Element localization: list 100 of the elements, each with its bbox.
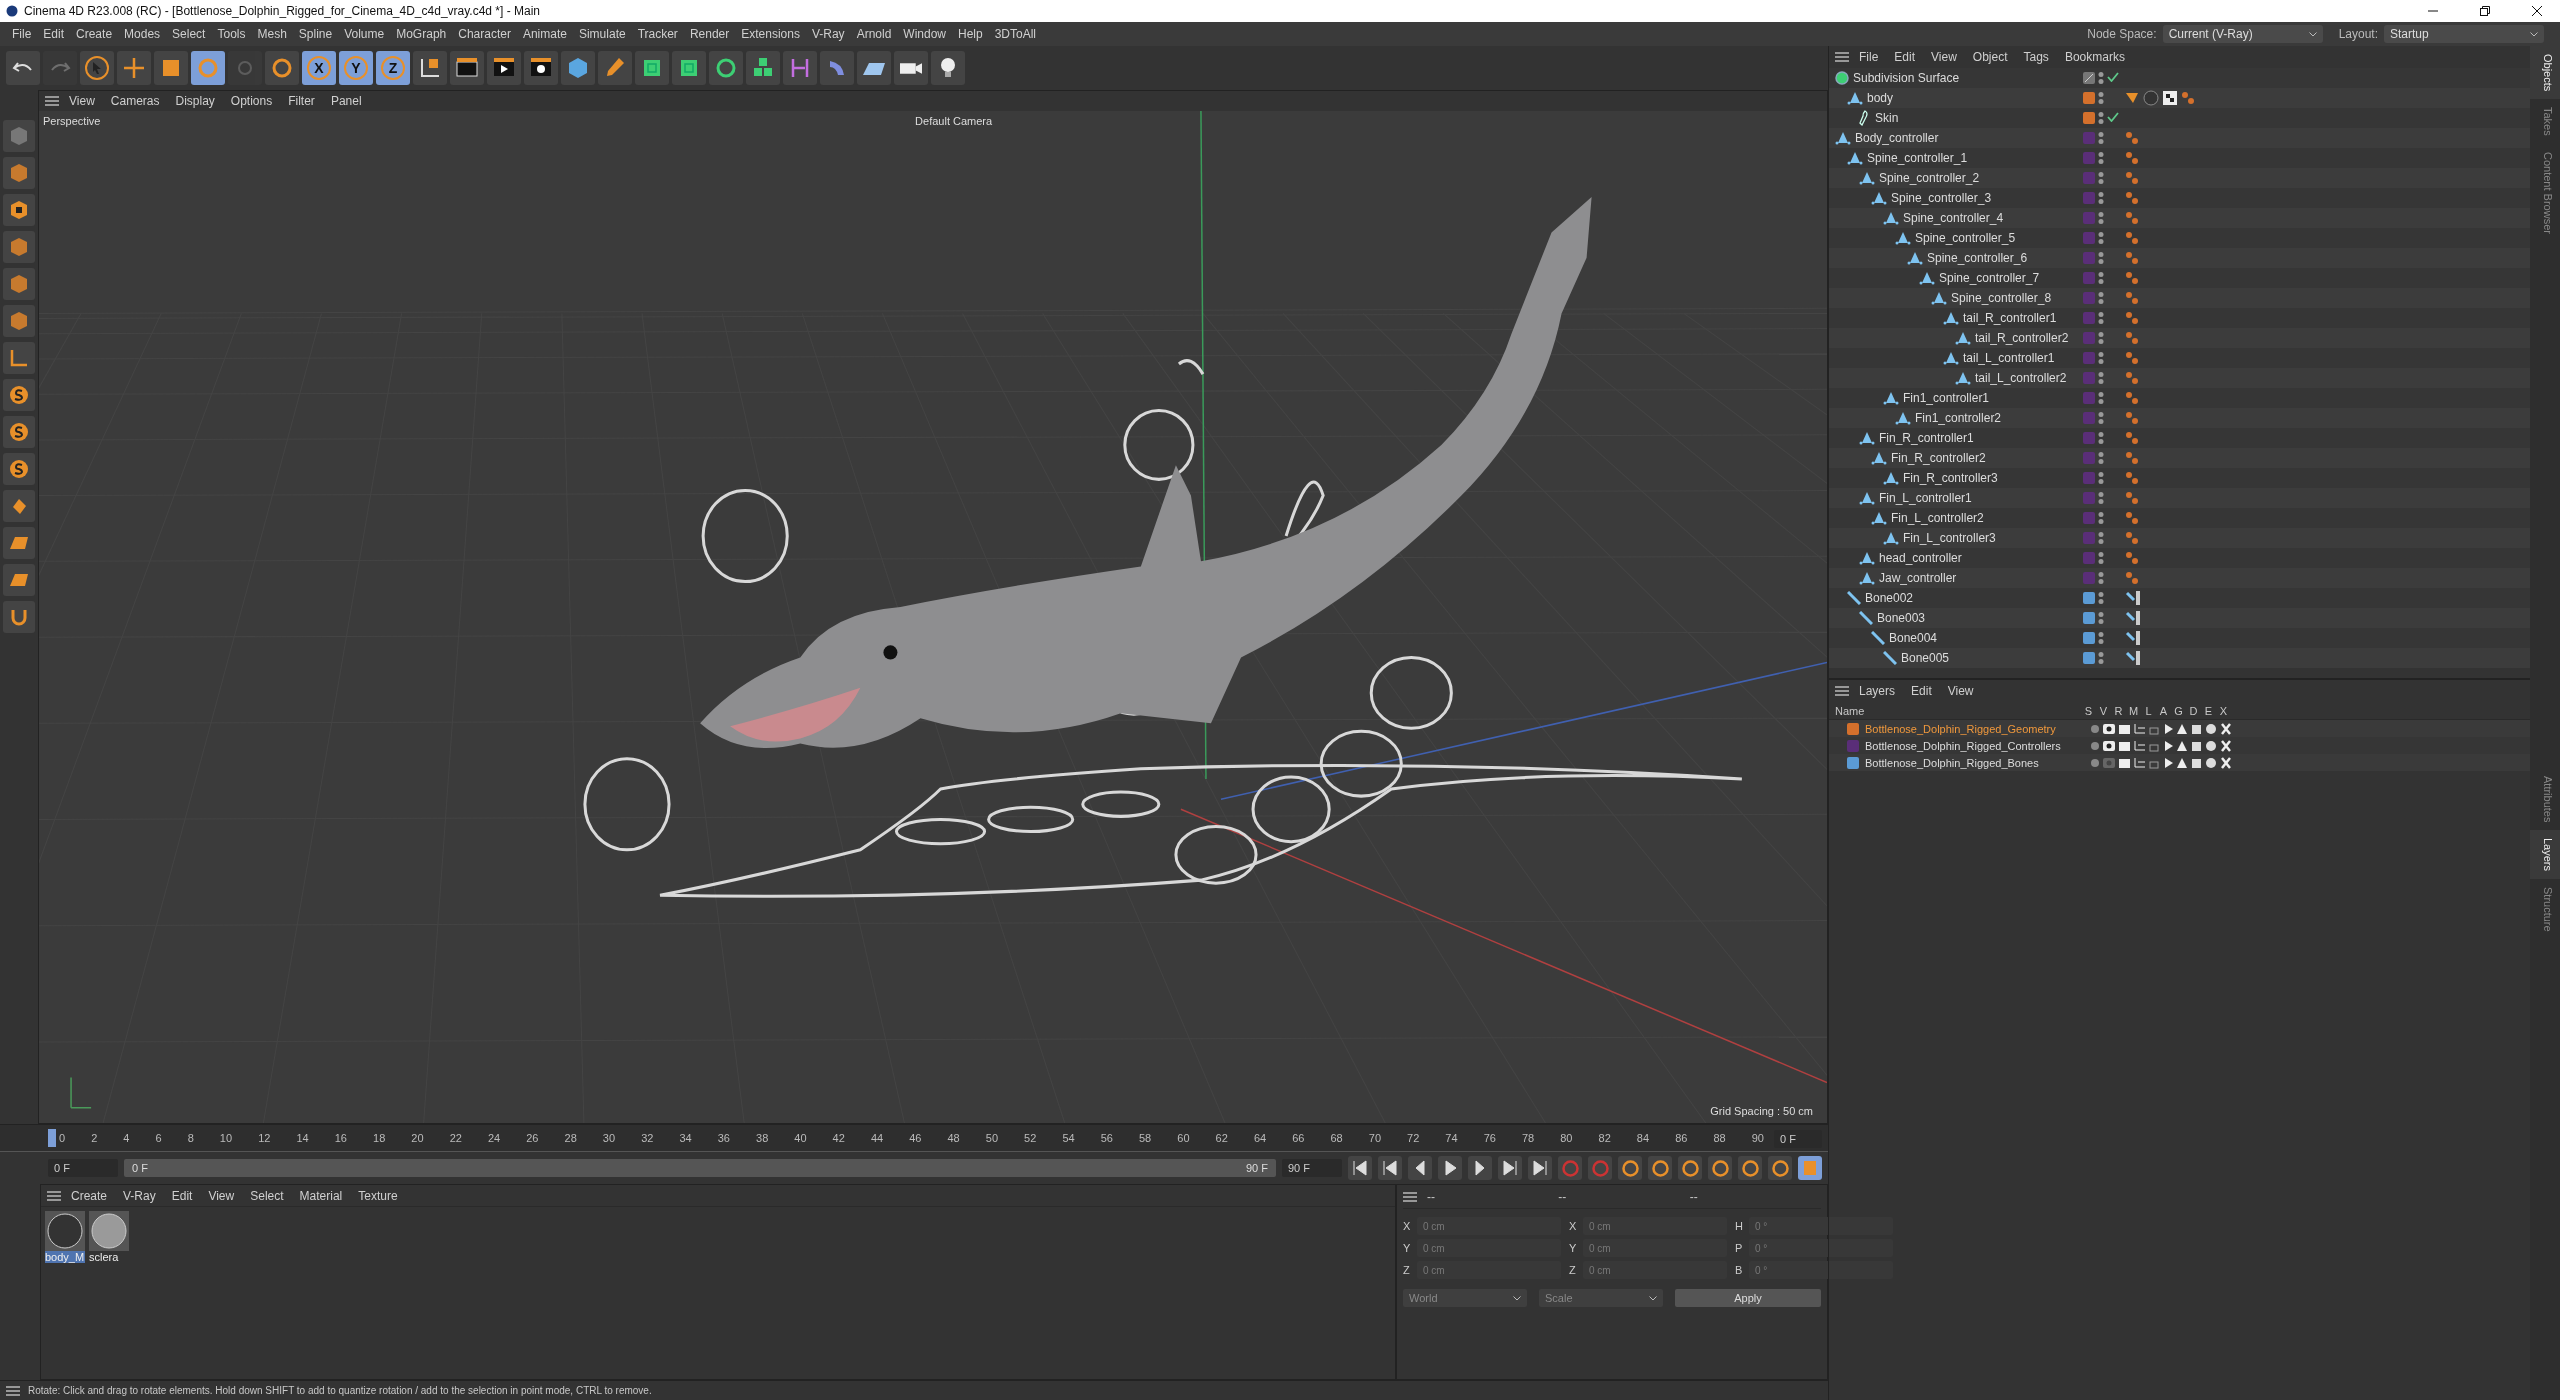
object-name[interactable]: Spine_controller_7: [1939, 271, 2040, 285]
select-tool-button[interactable]: [80, 51, 114, 85]
start-frame-field[interactable]: 0 F: [48, 1159, 118, 1177]
side-tool-button[interactable]: [3, 194, 35, 226]
visibility-dots-icon[interactable]: [2098, 591, 2104, 605]
visibility-dots-icon[interactable]: [2098, 171, 2104, 185]
menu-item[interactable]: Create: [70, 27, 119, 41]
side-tool-button[interactable]: [3, 305, 35, 337]
objects-menu-item[interactable]: Object: [1966, 50, 2014, 64]
visibility-dots-icon[interactable]: [2098, 631, 2104, 645]
visibility-dots-icon[interactable]: [2098, 331, 2104, 345]
visibility-dots-icon[interactable]: [2098, 551, 2104, 565]
layer-name[interactable]: Bottlenose_Dolphin_Rigged_Controllers: [1865, 739, 2085, 752]
object-name[interactable]: Fin_R_controller2: [1891, 451, 1986, 465]
visibility-dots-icon[interactable]: [2098, 191, 2104, 205]
object-name[interactable]: tail_L_controller2: [1975, 371, 2067, 385]
side-tool-button[interactable]: [3, 416, 35, 448]
object-name[interactable]: Spine_controller_3: [1891, 191, 1992, 205]
object-name[interactable]: Body_controller: [1855, 131, 1939, 145]
generator-tool-button[interactable]: [635, 51, 669, 85]
scale-tool-button[interactable]: [154, 51, 188, 85]
apply-button[interactable]: Apply: [1675, 1289, 1821, 1307]
layer-color-swatch[interactable]: [2083, 492, 2095, 504]
menu-item[interactable]: Window: [897, 27, 952, 41]
cubes-tool-button[interactable]: [746, 51, 780, 85]
object-name[interactable]: Fin_R_controller1: [1879, 431, 1974, 445]
side-tool-button[interactable]: [3, 564, 35, 596]
current-frame-field[interactable]: 0 F: [1774, 1130, 1822, 1148]
layer-color-swatch[interactable]: [2083, 332, 2095, 344]
object-name[interactable]: Fin_R_controller3: [1903, 471, 1998, 485]
object-name[interactable]: Jaw_controller: [1879, 571, 1957, 585]
side-tab[interactable]: Layers: [2530, 830, 2560, 880]
layer-color-swatch[interactable]: [1847, 739, 1859, 752]
material-menu-item[interactable]: View: [202, 1188, 241, 1203]
menu-item[interactable]: MoGraph: [390, 27, 453, 41]
keyframe-button[interactable]: [1648, 1156, 1672, 1180]
object-name[interactable]: Fin_L_controller3: [1903, 531, 1996, 545]
menu-icon[interactable]: [47, 1190, 61, 1201]
menu-icon[interactable]: [1403, 1191, 1417, 1202]
layer-color-swatch[interactable]: [2083, 412, 2095, 424]
layer-color-swatch[interactable]: [2083, 512, 2095, 524]
side-tool-button[interactable]: [3, 453, 35, 485]
menu-item[interactable]: Animate: [516, 27, 573, 41]
layers-menu-item[interactable]: View: [1941, 684, 1980, 698]
visibility-dots-icon[interactable]: [2098, 431, 2104, 445]
playback-button[interactable]: [1408, 1156, 1432, 1180]
viewport-menu-item[interactable]: Filter: [282, 94, 321, 108]
visibility-dots-icon[interactable]: [2098, 391, 2104, 405]
play-tool-button[interactable]: [487, 51, 521, 85]
side-tool-button[interactable]: [3, 490, 35, 522]
menu-icon[interactable]: [1835, 52, 1849, 62]
object-name[interactable]: Fin_L_controller2: [1891, 511, 1984, 525]
playback-button[interactable]: [1468, 1156, 1492, 1180]
layer-flags-icon[interactable]: [2091, 739, 2233, 752]
menu-item[interactable]: Tracker: [631, 27, 684, 41]
menu-item[interactable]: File: [6, 27, 38, 41]
layer-color-swatch[interactable]: [2083, 572, 2095, 584]
material-preview-icon[interactable]: [45, 1211, 85, 1251]
keyframe-button[interactable]: [1618, 1156, 1642, 1180]
layer-color-swatch[interactable]: [2083, 472, 2095, 484]
object-name[interactable]: Fin1_controller2: [1915, 411, 2002, 425]
menu-item[interactable]: Edit: [37, 27, 71, 41]
coords-tool-button[interactable]: [413, 51, 447, 85]
nodes-tool-button[interactable]: [709, 51, 743, 85]
layer-color-swatch[interactable]: [2083, 652, 2095, 664]
menu-item[interactable]: Extensions: [735, 27, 806, 41]
visibility-dots-icon[interactable]: [2098, 571, 2104, 585]
object-name[interactable]: tail_R_controller1: [1963, 311, 2057, 325]
keyframe-button[interactable]: [1738, 1156, 1762, 1180]
viewport-menu-item[interactable]: Panel: [324, 94, 368, 108]
menu-item[interactable]: V-Ray: [805, 27, 851, 41]
visibility-dots-icon[interactable]: [2098, 511, 2104, 525]
viewport-menu-item[interactable]: Cameras: [104, 94, 166, 108]
objects-menu-item[interactable]: View: [1925, 50, 1963, 64]
side-tab[interactable]: Attributes: [2530, 767, 2560, 831]
node-space-dropdown[interactable]: Current (V-Ray): [2162, 25, 2323, 43]
layer-color-swatch[interactable]: [2083, 352, 2095, 364]
side-tool-button[interactable]: [3, 379, 35, 411]
material-preview-icon[interactable]: [89, 1211, 129, 1251]
layers-menu-item[interactable]: Layers: [1853, 684, 1902, 698]
visibility-dots-icon[interactable]: [2098, 611, 2104, 625]
playback-button[interactable]: [1348, 1156, 1372, 1180]
layout-dropdown[interactable]: Startup: [2384, 25, 2544, 43]
check-icon[interactable]: [2107, 72, 2119, 82]
menu-item[interactable]: Select: [166, 27, 212, 41]
visibility-dots-icon[interactable]: [2098, 351, 2104, 365]
material-name[interactable]: sclera: [89, 1251, 129, 1263]
menu-item[interactable]: Spline: [292, 27, 339, 41]
object-name[interactable]: tail_R_controller2: [1975, 331, 2069, 345]
object-name[interactable]: Spine_controller_5: [1915, 231, 2016, 245]
bracket-tool-button[interactable]: [783, 51, 817, 85]
object-name[interactable]: Spine_controller_6: [1927, 251, 2028, 265]
object-name[interactable]: Spine_controller_4: [1903, 211, 2004, 225]
undo-tool-button[interactable]: [6, 51, 40, 85]
side-tool-button[interactable]: [3, 342, 35, 374]
object-name[interactable]: Bone003: [1877, 611, 1926, 625]
layer-color-swatch[interactable]: [2083, 132, 2095, 144]
keyframe-button[interactable]: [1768, 1156, 1792, 1180]
visibility-dots-icon[interactable]: [2098, 271, 2104, 285]
keyframe-button[interactable]: [1708, 1156, 1732, 1180]
